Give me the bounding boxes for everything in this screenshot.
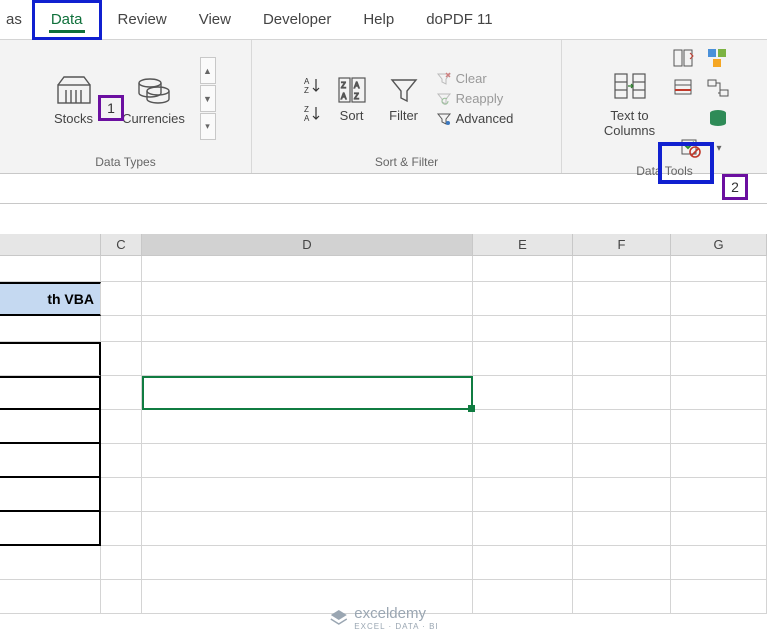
advanced-label: Advanced [456, 111, 514, 126]
sort-desc-button[interactable]: ZA [302, 103, 322, 123]
text-to-columns-label: Text to Columns [604, 108, 655, 138]
col-header-e[interactable]: E [473, 234, 573, 255]
group-label-data-tools: Data Tools [636, 162, 692, 180]
callout-marker-2: 2 [722, 174, 748, 200]
filter-label: Filter [389, 108, 418, 123]
stocks-icon [56, 71, 92, 107]
group-data-types: Stocks Currencies ▲ ▼ ▾ Data Types [0, 40, 252, 173]
sort-label: Sort [340, 108, 364, 123]
clear-icon [436, 71, 452, 87]
data-model-icon [706, 107, 730, 129]
clear-filter-button[interactable]: Clear [436, 71, 514, 87]
callout-marker-1: 1 [98, 95, 124, 121]
consolidate-icon [706, 47, 730, 69]
spinner-up-icon[interactable]: ▲ [200, 57, 216, 84]
currencies-icon [136, 71, 172, 107]
col-header-blank[interactable] [0, 234, 101, 255]
filter-button[interactable]: Filter [380, 70, 428, 127]
grid-body[interactable]: th VBA [0, 256, 767, 614]
sort-asc-icon: AZ [302, 75, 322, 95]
group-sort-filter: AZ ZA ZAAZ Sort Filter Clear [252, 40, 562, 173]
sort-desc-icon: ZA [302, 103, 322, 123]
col-header-f[interactable]: F [573, 234, 671, 255]
svg-text:A: A [304, 114, 310, 123]
gallery-spinner[interactable]: ▲ ▼ ▾ [200, 57, 216, 140]
svg-text:Z: Z [354, 92, 359, 101]
advanced-filter-button[interactable]: Advanced [436, 111, 514, 127]
advanced-icon [436, 111, 452, 127]
watermark: exceldemy EXCEL · DATA · BI [328, 605, 438, 631]
tab-review[interactable]: Review [102, 0, 183, 40]
watermark-sub: EXCEL · DATA · BI [354, 622, 438, 631]
currencies-label: Currencies [122, 111, 185, 126]
manage-data-model-button[interactable] [705, 106, 731, 130]
group-data-tools: Text to Columns ▾ Data Tools [562, 40, 767, 173]
flash-fill-button[interactable] [671, 46, 697, 70]
flash-fill-icon [672, 47, 696, 69]
tab-help[interactable]: Help [347, 0, 410, 40]
col-header-g[interactable]: G [671, 234, 767, 255]
tab-developer[interactable]: Developer [247, 0, 347, 40]
filter-icon [388, 74, 420, 106]
reapply-icon [436, 91, 452, 107]
data-validation-button[interactable]: ▾ [676, 136, 726, 160]
ribbon: Stocks Currencies ▲ ▼ ▾ Data Types AZ ZA [0, 40, 767, 174]
sort-icon: ZAAZ [336, 74, 368, 106]
svg-text:Z: Z [304, 86, 309, 95]
tab-data[interactable]: Data [32, 0, 102, 40]
watermark-brand: exceldemy [354, 605, 438, 622]
col-header-d[interactable]: D [142, 234, 473, 255]
consolidate-button[interactable] [705, 46, 731, 70]
group-label-sort-filter: Sort & Filter [375, 153, 438, 171]
col-header-c[interactable]: C [101, 234, 142, 255]
sort-button[interactable]: ZAAZ Sort [328, 70, 376, 127]
chevron-down-icon: ▾ [716, 143, 721, 154]
stocks-label: Stocks [54, 111, 93, 126]
svg-text:Z: Z [304, 105, 309, 114]
svg-text:Z: Z [341, 81, 346, 90]
text-to-columns-button[interactable]: Text to Columns [596, 58, 664, 148]
spinner-down-icon[interactable]: ▼ [200, 85, 216, 112]
sort-asc-button[interactable]: AZ [302, 75, 322, 95]
ribbon-tab-strip: as Data Review View Developer Help doPDF… [0, 0, 767, 40]
watermark-icon [328, 608, 348, 628]
reapply-button[interactable]: Reapply [436, 91, 514, 107]
column-headers: C D E F G [0, 234, 767, 256]
currencies-button[interactable]: Currencies [116, 54, 192, 144]
svg-text:A: A [341, 92, 347, 101]
clear-label: Clear [456, 71, 487, 86]
text-to-columns-icon [612, 68, 648, 104]
tab-dopdf[interactable]: doPDF 11 [410, 0, 508, 40]
tab-formulas[interactable]: as [0, 0, 32, 40]
tab-view[interactable]: View [183, 0, 247, 40]
svg-text:A: A [354, 81, 360, 90]
data-validation-icon [680, 137, 704, 159]
spinner-more-icon[interactable]: ▾ [200, 113, 216, 140]
remove-duplicates-icon [672, 77, 696, 99]
reapply-label: Reapply [456, 91, 504, 106]
cell-header-partial[interactable]: th VBA [0, 282, 101, 316]
relationships-icon [706, 77, 730, 99]
relationships-button[interactable] [705, 76, 731, 100]
remove-duplicates-button[interactable] [671, 76, 697, 100]
svg-text:A: A [304, 77, 310, 86]
worksheet[interactable]: C D E F G th VBA [0, 234, 767, 614]
group-label-data-types: Data Types [95, 153, 155, 171]
